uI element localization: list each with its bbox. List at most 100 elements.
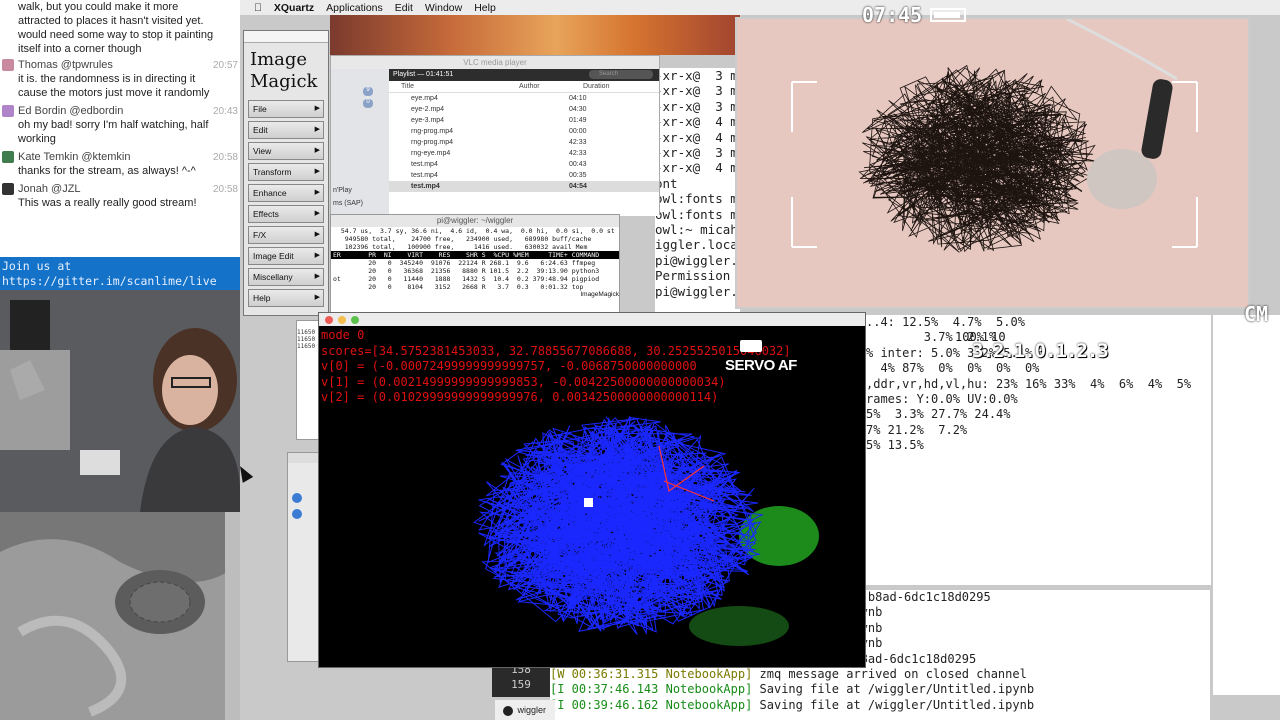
avatar[interactable] [2,151,14,163]
imagemagick-button-label: File [253,104,267,114]
vlc-side-item-1[interactable]: n'Play [333,187,352,194]
playlist-title: eye-2.mp4 [411,106,445,113]
chat-banner[interactable]: Join us at https://gitter.im/scanlime/li… [0,257,240,290]
imagemagick-button-fx[interactable]: F/X ▶ [248,226,324,244]
chat-text: it is. the randomness is in directing it… [18,73,210,99]
top-process-row: 20 0 36368 21356 8880 R 101.5 2.2 39:13.… [333,267,600,275]
playlist-duration: 42:33 [569,150,587,157]
terminal-line: -xr-x@ 3 m [655,68,738,83]
terminal-line: -xr-x@ 3 m [655,83,738,99]
camera-feed [735,17,1250,309]
imagemagick-button-help[interactable]: Help ▶ [248,289,324,307]
imagemagick-button-edit[interactable]: Edit ▶ [248,121,324,139]
vlc-badge-1: 9 [363,87,373,96]
imagemagick-button-label: Enhance [253,188,287,198]
imagemagick-button-file[interactable]: File ▶ [248,100,324,118]
playlist-title: rng-eye.mp4 [411,150,451,157]
top-footer: ImageMagick [580,291,619,298]
terminal-right-edge [1213,315,1280,695]
playlist-duration: 01:49 [569,117,587,124]
playlist-row[interactable]: test.mp4 00:35 [389,170,659,181]
playlist-duration: 00:35 [569,172,587,179]
terminal-line: pi@wiggler.local [655,252,740,268]
imagemagick-button-label: Image Edit [253,251,294,261]
menu-applications[interactable]: Applications [326,2,383,14]
playlist-row[interactable]: rng-eye.mp4 42:33 [389,148,659,159]
playlist-title: test.mp4 [411,172,438,179]
maximize-icon[interactable] [351,316,360,324]
playlist-row[interactable]: test.mp4 04:54 [389,181,659,192]
terminal-line: rames: Y:0.0% UV:0.0% [866,392,1018,407]
log-line: [W 00:36:31.315 NotebookApp] zmq message… [550,667,1210,682]
minimize-icon[interactable] [338,316,347,324]
imagemagick-titlebar[interactable] [244,31,328,43]
cv-overlay-line: v[1] = (0.00214999999999999853, -0.00422… [321,374,726,389]
caret-right-icon: ▶ [314,126,320,133]
top-process-row: ot 20 0 11440 1888 1432 S 10.4 0.2 379:4… [333,275,600,283]
avatar[interactable] [2,105,14,117]
playlist-row[interactable]: rng-prog.mp4 00:00 [389,126,659,137]
chat-message: Ed Bordin @edbordin 20:43 oh my bad! sorry… [0,102,240,148]
close-icon[interactable] [325,316,333,324]
chat-username[interactable]: Thomas @tpwrules [18,58,222,72]
chat-message: Jonah @JZL 20:58 This was a really really … [0,180,240,212]
mini-radio-icon[interactable] [292,493,302,503]
playlist-title: rng-prog.mp4 [411,128,454,135]
mini-line: 11650 [297,329,316,336]
mini-titlebar[interactable] [288,453,320,463]
chat-username[interactable]: Jonah @JZL [18,182,222,196]
playlist-search-input[interactable]: Search [589,70,653,79]
avatar[interactable] [2,59,14,71]
caret-right-icon: ▶ [314,168,320,175]
vlc-title: VLC media player [331,56,659,69]
col-author[interactable]: Author [519,81,583,92]
col-duration[interactable]: Duration [583,81,643,92]
apple-icon[interactable]:  [254,2,262,14]
vlc-side-item-2[interactable]: ms (SAP) [333,200,363,207]
playlist-row[interactable]: eye-3.mp4 01:49 [389,115,659,126]
terminal-line: ..4: 12.5% 4.7% 5.0% [866,315,1025,329]
imagemagick-button-miscellany[interactable]: Miscellany ▶ [248,268,324,286]
chat-username[interactable]: Kate Temkin @ktemkin [18,150,222,164]
log-prefix: [I 00:39:46.162 NotebookApp] [550,697,753,712]
menu-edit[interactable]: Edit [395,2,413,14]
terminal-line: 7% 21.2% 7.2% [866,422,968,437]
mini-window-left-2 [287,452,321,662]
mini-radio-icon[interactable] [292,509,302,519]
menubar-app[interactable]: XQuartz [274,2,314,14]
chat-text: This was a really really good stream! [18,197,197,209]
chat-message: Kate Temkin @ktemkin 20:58 thanks for the … [0,148,240,180]
log-text: zmq message arrived on closed channel [752,667,1027,682]
terminal-line: iggler.local:~/ [655,237,740,253]
playlist-row[interactable]: test.mp4 00:43 [389,159,659,170]
imagemagick-button-transform[interactable]: Transform ▶ [248,163,324,181]
imagemagick-button-effects[interactable]: Effects ▶ [248,205,324,223]
terminal-top[interactable]: -xr-x@ 3 m -xr-x@ 3 m -xr-x@ 3 m -xr-x@ 4 m… [655,68,740,318]
terminal-line: Permission denie [655,268,740,284]
camera-feed-image [737,19,1248,307]
top-window: pi@wiggler: ~/wiggler 54.7 us, 3.7 sy, 3… [330,214,620,319]
imagemagick-button-enhance[interactable]: Enhance ▶ [248,184,324,202]
playlist-row[interactable]: eye.mp4 04:10 [389,93,659,104]
menu-window[interactable]: Window [425,2,462,14]
imagemagick-button-imageedit[interactable]: Image Edit ▶ [248,247,324,265]
playlist-row[interactable]: eye-2.mp4 04:30 [389,104,659,115]
imagemagick-button-view[interactable]: View ▶ [248,142,324,160]
mini-line: 11650 [297,343,316,350]
menu-help[interactable]: Help [474,2,496,14]
chat-username[interactable]: Ed Bordin @edbordin [18,104,222,118]
menubar:  XQuartz Applications Edit Window Help [240,0,1280,15]
cv-overlay-line: mode 0 [321,328,365,342]
terminal-line: 5% 3.3% 27.7% 24.4% [866,407,1011,422]
log-text: Saving file at /wiggler/Untitled.ipynb [752,697,1035,712]
top-summary-line: 54.7 us, 3.7 sy, 36.6 ni, 4.6 id, 0.4 wa… [333,227,615,235]
servo-af-label: SERVO AF [725,357,797,374]
log-prefix: [W 00:36:31.315 NotebookApp] [550,667,753,682]
avatar[interactable] [2,183,14,195]
chat-timestamp: 20:43 [212,106,238,117]
opencv-titlebar[interactable] [319,313,865,326]
chat-timestamp: 20:58 [212,152,238,163]
playlist-row[interactable]: rng-prog.mp4 42:33 [389,137,659,148]
browser-tab[interactable]: wiggler [495,700,555,720]
col-title[interactable]: Title [389,81,519,92]
